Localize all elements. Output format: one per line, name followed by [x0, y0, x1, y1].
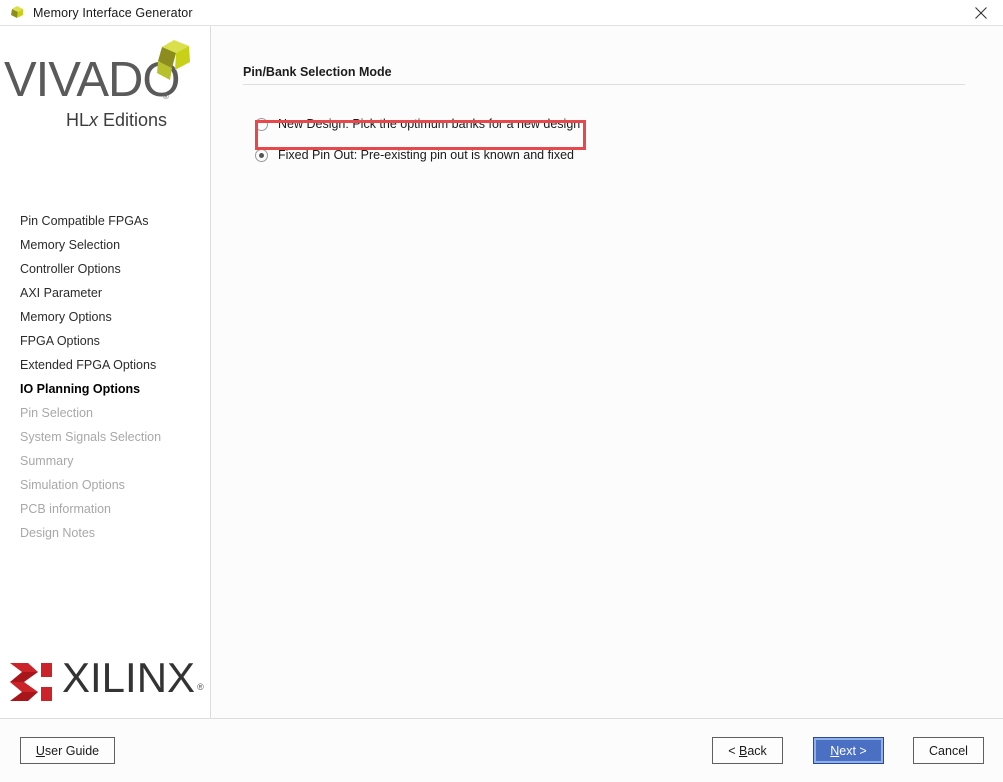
window-titlebar: Memory Interface Generator	[0, 0, 1003, 26]
sidebar-item-label: Memory Options	[20, 310, 112, 324]
vivado-subtitle-pre: HL	[66, 110, 90, 130]
sidebar-item-fpga-options[interactable]: FPGA Options	[0, 329, 211, 353]
user-guide-button[interactable]: User Guide	[20, 737, 115, 764]
sidebar-item-label: Extended FPGA Options	[20, 358, 157, 372]
wizard-content-pane: Pin/Bank Selection Mode New Design: Pick…	[212, 26, 1003, 718]
sidebar-item-label: System Signals Selection	[20, 430, 162, 444]
sidebar-item-label: Memory Selection	[20, 238, 121, 252]
radio-button-unselected-icon[interactable]	[255, 117, 268, 131]
cancel-label: Cancel	[929, 743, 968, 758]
sidebar-item-system-signals-selection: System Signals Selection	[0, 425, 211, 449]
sidebar-item-memory-selection[interactable]: Memory Selection	[0, 233, 211, 257]
mig-wizard-window: Memory Interface Generator VIVADO ® HLx …	[0, 0, 1003, 782]
pin-bank-selection-radio-group: New Design: Pick the optimum banks for a…	[255, 109, 580, 170]
radio-option-label: New Design: Pick the optimum banks for a…	[278, 117, 581, 131]
sidebar-item-pin-compatible-fpgas[interactable]: Pin Compatible FPGAs	[0, 209, 211, 233]
mnemonic: U	[35, 743, 45, 758]
xilinx-chevron-icon	[8, 660, 54, 704]
back-button[interactable]: < Back	[712, 737, 783, 764]
vivado-subtitle-italic: x	[89, 110, 99, 130]
sidebar-item-io-planning-options[interactable]: IO Planning Options	[0, 377, 211, 401]
sidebar-item-label: AXI Parameter	[20, 286, 102, 300]
label-prefix: <	[728, 743, 739, 758]
window-title: Memory Interface Generator	[33, 5, 193, 20]
sidebar-item-label: IO Planning Options	[20, 382, 141, 396]
vivado-app-icon	[9, 5, 25, 21]
back-label: < Back	[728, 744, 767, 758]
sidebar-item-pin-selection: Pin Selection	[0, 401, 211, 425]
next-label: Next >	[830, 744, 866, 758]
sidebar-item-label: Summary	[20, 454, 74, 468]
cancel-button[interactable]: Cancel	[913, 737, 984, 764]
radio-button-selected-icon[interactable]	[255, 148, 268, 162]
xilinx-logo: XILINX ®	[8, 654, 208, 710]
sidebar-item-design-notes: Design Notes	[0, 521, 211, 545]
vivado-registered-mark: ®	[163, 92, 169, 101]
section-divider	[243, 84, 965, 85]
page-title: Pin/Bank Selection Mode	[243, 65, 392, 79]
label-rest: ser Guide	[44, 743, 100, 758]
close-icon[interactable]	[959, 0, 1003, 26]
xilinx-registered-mark: ®	[197, 681, 204, 692]
radio-option-new-design[interactable]: New Design: Pick the optimum banks for a…	[255, 109, 580, 139]
xilinx-wordmark: XILINX ®	[62, 653, 204, 708]
user-guide-label: User Guide	[36, 744, 99, 758]
sidebar-item-label: PCB information	[20, 502, 112, 516]
mnemonic: N	[830, 743, 840, 758]
vivado-subtitle-post: Editions	[98, 110, 168, 130]
label-rest: ext >	[839, 743, 867, 758]
sidebar-item-label: Pin Compatible FPGAs	[20, 214, 149, 228]
radio-option-label: Fixed Pin Out: Pre-existing pin out is k…	[278, 148, 574, 162]
vivado-subtitle: HLx Editions	[66, 110, 167, 131]
wizard-sidebar: VIVADO ® HLx Editions Pin Compatible FPG…	[0, 26, 211, 718]
vivado-pinwheel-icon	[148, 40, 190, 82]
sidebar-item-label: FPGA Options	[20, 334, 100, 348]
sidebar-item-label: Design Notes	[20, 526, 96, 540]
sidebar-item-pcb-information: PCB information	[0, 497, 211, 521]
radio-option-fixed-pin-out[interactable]: Fixed Pin Out: Pre-existing pin out is k…	[255, 140, 580, 170]
sidebar-item-simulation-options: Simulation Options	[0, 473, 211, 497]
next-button[interactable]: Next >	[813, 737, 884, 764]
vivado-logo: VIVADO ® HLx Editions	[0, 34, 211, 154]
sidebar-item-controller-options[interactable]: Controller Options	[0, 257, 211, 281]
sidebar-item-label: Pin Selection	[20, 406, 93, 420]
sidebar-item-label: Controller Options	[20, 262, 121, 276]
sidebar-item-memory-options[interactable]: Memory Options	[0, 305, 211, 329]
sidebar-item-extended-fpga-options[interactable]: Extended FPGA Options	[0, 353, 211, 377]
sidebar-item-summary: Summary	[0, 449, 211, 473]
sidebar-item-label: Simulation Options	[20, 478, 125, 492]
sidebar-item-axi-parameter[interactable]: AXI Parameter	[0, 281, 211, 305]
wizard-step-list: Pin Compatible FPGAs Memory Selection Co…	[0, 209, 211, 545]
xilinx-wordmark-text: XILINX	[62, 653, 196, 701]
label-rest: ack	[747, 743, 767, 758]
